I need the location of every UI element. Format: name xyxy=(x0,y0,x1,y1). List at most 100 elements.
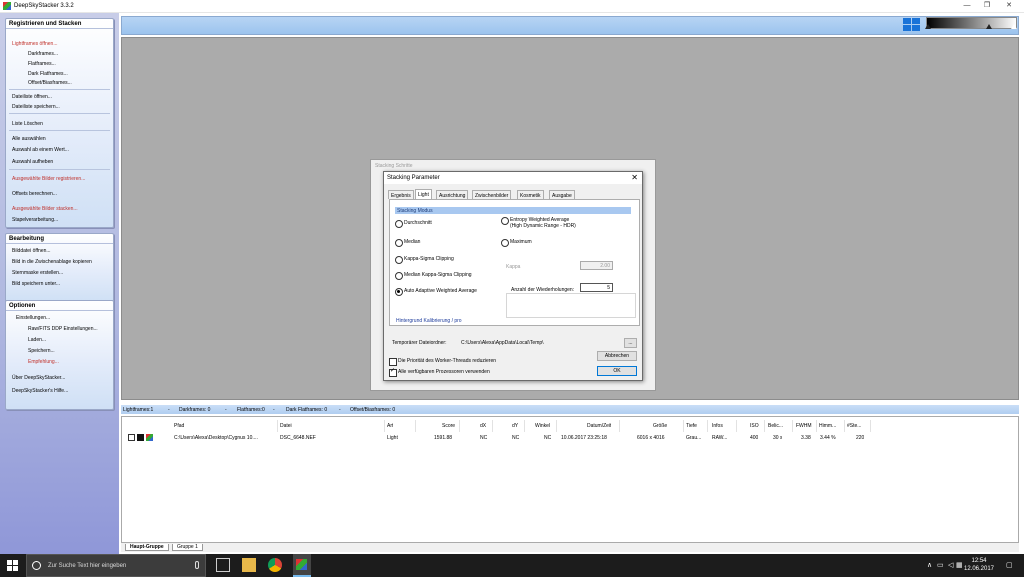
batch-processing-link[interactable]: Stapelverarbeitung... xyxy=(12,217,58,223)
tab-cosmetic[interactable]: Kosmetik xyxy=(517,190,544,199)
kappa-input[interactable]: 2.00 xyxy=(580,261,613,270)
tab-result[interactable]: Ergebnis xyxy=(388,190,414,199)
tab-output[interactable]: Ausgabe xyxy=(549,190,575,199)
column-header[interactable]: FWHM xyxy=(796,423,812,429)
file-explorer-icon[interactable] xyxy=(242,558,256,572)
register-selected-link[interactable]: Ausgewählte Bilder registrieren... xyxy=(12,176,85,182)
slider-handle-white[interactable] xyxy=(1011,24,1017,29)
about-link[interactable]: Über DeepSkyStacker... xyxy=(12,375,65,381)
column-header[interactable]: ISO xyxy=(750,423,759,429)
tab-group-1[interactable]: Gruppe 1 xyxy=(172,544,203,551)
compute-offsets-link[interactable]: Offsets berechnen... xyxy=(12,191,57,197)
volume-icon[interactable]: ◁ xyxy=(948,561,953,569)
maximize-icon[interactable]: ❐ xyxy=(980,1,994,11)
keyboard-icon[interactable]: ▦ xyxy=(956,561,963,569)
tray-chevron-icon[interactable]: ∧ xyxy=(927,561,932,569)
network-icon[interactable]: ▭ xyxy=(937,561,944,569)
app-logo-icon xyxy=(3,2,11,10)
mode-median-kappa-sigma-radio[interactable]: Median Kappa-Sigma Clipping xyxy=(395,272,472,280)
browse-folder-button[interactable]: ... xyxy=(624,338,637,348)
cortana-icon xyxy=(32,561,41,570)
mode-median-radio[interactable]: Median xyxy=(395,239,420,247)
column-header[interactable]: Tiefe xyxy=(686,423,697,429)
tab-light[interactable]: Light xyxy=(415,189,432,199)
column-header[interactable]: Größe xyxy=(653,423,667,429)
clear-list-link[interactable]: Liste Löschen xyxy=(12,121,43,127)
cell-size: 6016 x 4016 xyxy=(637,435,665,441)
deselect-link[interactable]: Auswahl aufheben xyxy=(12,159,53,165)
close-icon[interactable]: ✕ xyxy=(631,173,638,183)
stacking-parameters-dialog: Stacking Parameter ✕ Ergebnis Light Ausr… xyxy=(383,171,643,381)
ok-button[interactable]: OK xyxy=(597,366,637,376)
open-image-link[interactable]: Bilddatei öffnen... xyxy=(12,248,51,254)
raw-fits-settings-link[interactable]: Raw/FITS DDP Einstellungen... xyxy=(28,326,98,332)
cell-dx: NC xyxy=(480,435,488,441)
mode-entropy-radio[interactable]: Entropy Weighted Average (High Dynamic R… xyxy=(501,217,576,229)
file-list-table[interactable]: Pfad Datei Art Score dX dY Winkel Datum/… xyxy=(121,416,1019,543)
windows-grid-icon[interactable] xyxy=(903,18,921,32)
select-threshold-link[interactable]: Auswahl ab einem Wert... xyxy=(12,147,69,153)
task-view-icon[interactable] xyxy=(216,558,230,572)
stack-selected-link[interactable]: Ausgewählte Bilder stacken... xyxy=(12,206,78,212)
taskbar-clock[interactable]: 12:54 12.06.2017 xyxy=(963,557,995,573)
column-header[interactable]: Infos xyxy=(712,423,723,429)
radio-sublabel: (High Dynamic Range - HDR) xyxy=(510,223,576,229)
column-header[interactable]: Winkel xyxy=(535,423,550,429)
notifications-icon[interactable]: ▢ xyxy=(1006,561,1013,569)
use-all-processors-checkbox[interactable]: Alle verfügbaren Prozessoren verwenden xyxy=(389,368,490,377)
mode-average-radio[interactable]: Durchschnitt xyxy=(395,220,432,228)
save-settings-link[interactable]: Speichern... xyxy=(28,348,55,354)
column-header[interactable]: Datum/Zeit xyxy=(587,423,611,429)
column-header[interactable]: #Ste... xyxy=(847,423,861,429)
column-header[interactable]: Belic... xyxy=(768,423,783,429)
help-link[interactable]: DeepSkyStacker's Hilfe... xyxy=(12,388,68,394)
flatframes-link[interactable]: Flatframes... xyxy=(28,61,56,67)
tab-intermediate[interactable]: Zwischenbilder xyxy=(472,190,512,199)
windows-start-icon[interactable] xyxy=(7,560,18,571)
iterations-label: Anzahl der Wiederholungen: xyxy=(511,287,575,293)
column-header[interactable]: Art xyxy=(387,423,393,429)
deepskystacker-taskbar-button[interactable] xyxy=(293,554,311,577)
taskbar-search-box[interactable]: Zur Suche Text hier eingeben xyxy=(26,554,206,577)
recommendation-link[interactable]: Empfehlung... xyxy=(28,359,59,365)
background-calibration-link[interactable]: Hintergrund Kalibrierung / pro xyxy=(396,318,462,324)
column-header[interactable]: dX xyxy=(480,423,486,429)
tab-alignment[interactable]: Ausrichtung xyxy=(436,190,469,199)
open-lightframes-link[interactable]: Lightframes öffnen... xyxy=(12,41,58,47)
slider-handle-mid[interactable] xyxy=(986,24,992,29)
reduce-thread-priority-checkbox[interactable]: Die Priorität des Worker-Threads reduzie… xyxy=(389,358,496,366)
load-settings-link[interactable]: Laden... xyxy=(28,337,46,343)
tab-main-group[interactable]: Haupt-Gruppe xyxy=(125,544,169,551)
select-all-link[interactable]: Alle auswählen xyxy=(12,136,46,142)
microphone-icon[interactable] xyxy=(195,561,199,569)
settings-link[interactable]: Einstellungen... xyxy=(16,315,50,321)
mode-auto-adaptive-radio[interactable]: Auto Adaptive Weighted Average xyxy=(395,288,477,296)
frame-count-bar: Lightframes:1 - Darkframes: 0 - Flatfram… xyxy=(121,404,1019,415)
copy-clipboard-link[interactable]: Bild in die Zwischenablage kopieren xyxy=(12,259,92,265)
dark-flatframes-link[interactable]: Dark Flatframes... xyxy=(28,71,68,77)
column-header[interactable]: dY xyxy=(512,423,518,429)
flatframes-count: Flatframes:0 xyxy=(237,407,265,413)
offset-biasframes-link[interactable]: Offset/Biasframes... xyxy=(28,80,72,86)
column-header[interactable]: Datei xyxy=(280,423,292,429)
star-mask-link[interactable]: Sternmaske erstellen... xyxy=(12,270,63,276)
search-placeholder: Zur Suche Text hier eingeben xyxy=(48,563,127,569)
save-image-as-link[interactable]: Bild speichern unter... xyxy=(12,281,60,287)
stacking-mode-header: Stacking Modus xyxy=(395,207,631,214)
open-filelist-link[interactable]: Dateiliste öffnen... xyxy=(12,94,52,100)
column-header[interactable]: Pfad xyxy=(174,423,184,429)
mode-kappa-sigma-radio[interactable]: Kappa-Sigma Clipping xyxy=(395,256,454,264)
slider-handle-black[interactable] xyxy=(925,24,931,29)
luminance-gradient-slider[interactable] xyxy=(926,17,1017,29)
cancel-button[interactable]: Abbrechen xyxy=(597,351,637,361)
column-header[interactable]: Himm... xyxy=(819,423,836,429)
mode-maximum-radio[interactable]: Maximum xyxy=(501,239,532,247)
chrome-icon[interactable] xyxy=(268,558,282,572)
column-header[interactable]: Score xyxy=(442,423,455,429)
save-filelist-link[interactable]: Dateiliste speichern... xyxy=(12,104,60,110)
minimize-icon[interactable]: — xyxy=(960,1,974,11)
iterations-input[interactable]: 5 xyxy=(580,283,613,292)
close-window-icon[interactable]: ✕ xyxy=(1002,1,1016,11)
darkframes-link[interactable]: Darkframes... xyxy=(28,51,58,57)
row-checkbox-icon[interactable] xyxy=(128,434,135,441)
